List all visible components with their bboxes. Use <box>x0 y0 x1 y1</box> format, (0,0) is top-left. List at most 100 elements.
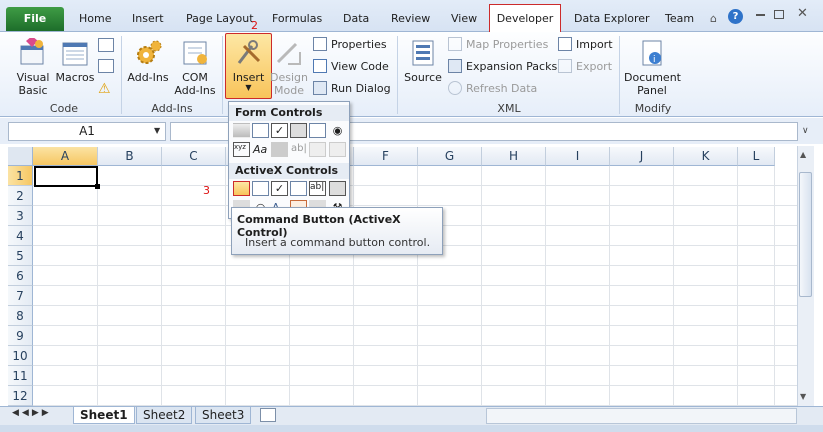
macro-security-icon[interactable]: ⚠ <box>98 81 111 97</box>
insert-controls-content: Insert ▼ <box>226 38 271 92</box>
run-dialog-button[interactable]: Run Dialog <box>313 80 391 98</box>
design-mode-button[interactable]: Design Mode <box>268 38 310 97</box>
com-add-ins-icon <box>180 38 210 68</box>
name-box[interactable]: A1 <box>8 122 166 141</box>
column-header-f[interactable]: F <box>354 147 418 166</box>
form-scroll-bar-icon[interactable] <box>271 142 288 157</box>
form-combo-drop-icon[interactable] <box>329 142 346 157</box>
fill-handle[interactable] <box>95 184 100 189</box>
row-header-12[interactable]: 12 <box>8 386 33 406</box>
activex-check-box-icon[interactable]: ✓ <box>271 181 288 196</box>
group-separator <box>121 36 122 114</box>
activex-command-button-icon[interactable] <box>233 181 250 196</box>
row-header-2[interactable]: 2 <box>8 186 33 206</box>
column-header-k[interactable]: K <box>674 147 738 166</box>
view-code-label: View Code <box>331 60 389 73</box>
column-header-j[interactable]: J <box>610 147 674 166</box>
row-header-9[interactable]: 9 <box>8 326 33 346</box>
scroll-down-icon[interactable]: ▼ <box>800 392 806 401</box>
row-header-6[interactable]: 6 <box>8 266 33 286</box>
export-button[interactable]: Export <box>558 58 612 76</box>
export-label: Export <box>576 60 613 73</box>
activex-list-box-icon[interactable] <box>290 181 307 196</box>
sheet-nav-arrows-icon[interactable]: ◀◀▶▶ <box>12 408 52 418</box>
formula-bar-expand-icon[interactable]: ∨ <box>802 126 809 136</box>
column-header-l[interactable]: L <box>738 147 775 166</box>
refresh-data-button[interactable]: Refresh Data <box>448 80 537 98</box>
properties-button[interactable]: Properties <box>313 36 387 54</box>
tab-team[interactable]: Team <box>665 9 694 29</box>
scroll-thumb[interactable] <box>799 172 812 297</box>
tab-page-layout[interactable]: Page Layout <box>186 9 254 29</box>
tab-formulas[interactable]: Formulas <box>272 9 322 29</box>
form-list-box-icon[interactable] <box>309 123 326 138</box>
form-button-icon[interactable] <box>233 123 250 138</box>
active-cell-a1[interactable] <box>34 166 98 187</box>
activex-text-box-icon[interactable]: ab| <box>309 181 326 196</box>
com-add-ins-button[interactable]: COM Add-Ins <box>174 38 216 97</box>
activex-combo-box-icon[interactable] <box>252 181 269 196</box>
help-icon[interactable]: ? <box>728 9 743 24</box>
column-header-b[interactable]: B <box>98 147 162 166</box>
horizontal-scrollbar[interactable] <box>486 408 797 424</box>
row-header-3[interactable]: 3 <box>8 206 33 226</box>
select-all-corner[interactable] <box>8 147 33 166</box>
form-option-button-icon[interactable]: ◉ <box>329 123 346 138</box>
row-header-7[interactable]: 7 <box>8 286 33 306</box>
visual-basic-icon <box>18 36 48 68</box>
window-minimize-icon[interactable] <box>756 14 765 16</box>
view-code-button[interactable]: View Code <box>313 58 389 76</box>
expansion-packs-button[interactable]: Expansion Packs <box>448 58 557 76</box>
visual-basic-button[interactable]: Visual Basic <box>12 36 54 97</box>
sheet-tab-2[interactable]: Sheet2 <box>136 407 193 424</box>
column-header-g[interactable]: G <box>418 147 482 166</box>
scroll-up-icon[interactable]: ▲ <box>800 150 806 159</box>
activex-scroll-bar-icon[interactable] <box>329 181 346 196</box>
new-sheet-icon[interactable] <box>260 408 276 422</box>
form-label-icon[interactable]: Aa <box>252 142 269 157</box>
tab-home[interactable]: Home <box>79 9 111 29</box>
import-button[interactable]: Import <box>558 36 613 54</box>
name-box-dropdown-icon[interactable]: ▼ <box>154 126 160 135</box>
form-combo-box-icon[interactable] <box>252 123 269 138</box>
row-header-11[interactable]: 11 <box>8 366 33 386</box>
document-panel-button[interactable]: i Document Panel <box>624 38 681 97</box>
window-close-icon[interactable]: ✕ <box>797 6 808 21</box>
add-ins-button[interactable]: Add-Ins <box>126 38 170 84</box>
tab-review[interactable]: Review <box>391 9 430 29</box>
form-combo-list-icon[interactable] <box>309 142 326 157</box>
tab-view[interactable]: View <box>451 9 477 29</box>
sheet-tab-3[interactable]: Sheet3 <box>195 407 252 424</box>
window-restore-icon[interactable] <box>774 10 784 19</box>
column-header-h[interactable]: H <box>482 147 546 166</box>
xml-source-button[interactable]: Source <box>402 38 444 84</box>
column-header-c[interactable]: C <box>162 147 226 166</box>
record-macro-icon[interactable] <box>98 38 114 52</box>
column-header-i[interactable]: I <box>546 147 610 166</box>
sheet-tab-1[interactable]: Sheet1 <box>73 407 135 424</box>
document-panel-icon: i <box>637 38 667 68</box>
row-header-4[interactable]: 4 <box>8 226 33 246</box>
tab-data-explorer[interactable]: Data Explorer <box>574 9 650 29</box>
form-check-box-icon[interactable]: ✓ <box>271 123 288 138</box>
row-header-5[interactable]: 5 <box>8 246 33 266</box>
row-header-10[interactable]: 10 <box>8 346 33 366</box>
tab-data[interactable]: Data <box>343 9 369 29</box>
tab-insert[interactable]: Insert <box>132 9 164 29</box>
source-label: Source <box>404 71 442 84</box>
tab-developer[interactable]: Developer <box>489 4 561 32</box>
column-gridline <box>481 166 482 406</box>
column-gridline <box>97 166 98 406</box>
relative-references-icon[interactable] <box>98 59 114 73</box>
row-header-8[interactable]: 8 <box>8 306 33 326</box>
form-text-field-icon[interactable]: ab| <box>290 142 307 157</box>
tab-file[interactable]: File <box>6 7 64 31</box>
map-properties-button[interactable]: Map Properties <box>448 36 548 54</box>
column-gridline <box>673 166 674 406</box>
column-header-a[interactable]: A <box>33 147 98 166</box>
form-group-box-icon[interactable]: xyz <box>233 142 250 157</box>
row-header-1[interactable]: 1 <box>8 166 33 186</box>
ribbon-minimize-icon[interactable]: ⌂ <box>710 12 717 25</box>
form-spin-button-icon[interactable] <box>290 123 307 138</box>
macros-button[interactable]: Macros <box>55 38 95 84</box>
